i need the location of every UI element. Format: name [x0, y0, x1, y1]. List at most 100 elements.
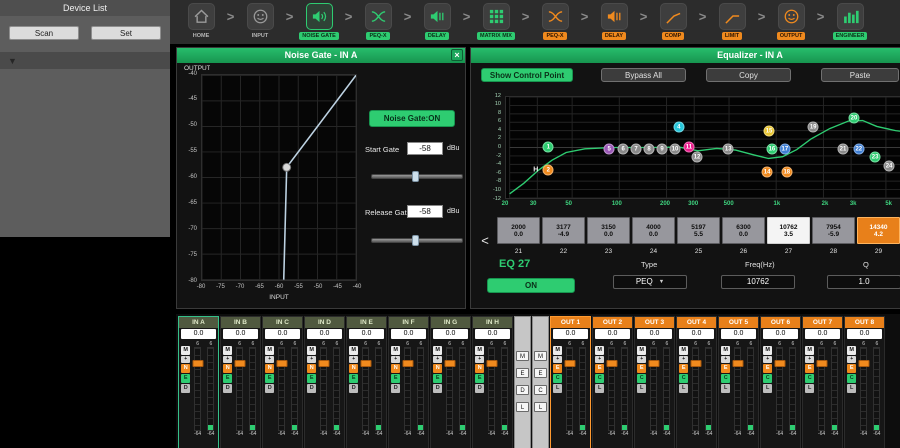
fader-handle[interactable] — [360, 360, 371, 367]
channel-fader[interactable] — [278, 347, 285, 431]
channel-button-m[interactable]: M — [553, 346, 562, 355]
channel-fader[interactable] — [818, 347, 825, 431]
channel-button-l[interactable]: L — [721, 384, 730, 393]
channel-fader[interactable] — [776, 347, 783, 431]
channel-button-c[interactable]: C — [595, 374, 604, 383]
master-button-e[interactable]: E — [516, 368, 529, 378]
fader-handle[interactable] — [732, 360, 743, 367]
channel-fader[interactable] — [194, 347, 201, 431]
slider-handle[interactable] — [412, 171, 419, 182]
channel-button-e[interactable]: E — [265, 374, 274, 383]
eq-point-1[interactable]: 1 — [543, 142, 554, 153]
toolbar-item-home[interactable]: HOME — [178, 3, 224, 40]
channel-fader[interactable] — [488, 347, 495, 431]
channel-fader[interactable] — [734, 347, 741, 431]
eq-point-5[interactable]: 5 — [604, 143, 615, 154]
fader-handle[interactable] — [774, 360, 785, 367]
channel-button-plus[interactable]: + — [763, 356, 772, 363]
release-gate-slider[interactable] — [371, 238, 463, 243]
channel-button-l[interactable]: L — [637, 384, 646, 393]
channel-button-l[interactable]: L — [553, 384, 562, 393]
fader-handle[interactable] — [606, 360, 617, 367]
channel-button-l[interactable]: L — [595, 384, 604, 393]
channel-button-m[interactable]: M — [349, 346, 358, 355]
channel-button-d[interactable]: D — [349, 384, 358, 393]
channel-button-e[interactable]: E — [433, 374, 442, 383]
channel-button-d[interactable]: D — [433, 384, 442, 393]
set-button[interactable]: Set — [91, 26, 161, 40]
channel-fader[interactable] — [404, 347, 411, 431]
channel-button-n[interactable]: N — [265, 364, 274, 373]
channel-button-e[interactable]: E — [307, 374, 316, 383]
channel-button-l[interactable]: L — [847, 384, 856, 393]
channel-button-c[interactable]: C — [679, 374, 688, 383]
channel-button-e[interactable]: E — [553, 364, 562, 373]
channel-button-n[interactable]: N — [349, 364, 358, 373]
channel-button-e[interactable]: E — [349, 374, 358, 383]
channel-fader[interactable] — [650, 347, 657, 431]
channel-gain-value[interactable]: 0.0 — [847, 329, 882, 339]
eq-on-button[interactable]: ON — [487, 278, 575, 293]
channel-button-n[interactable]: N — [181, 364, 190, 373]
channel-button-m[interactable]: M — [265, 346, 274, 355]
start-gate-value[interactable]: -58 — [407, 142, 443, 155]
channel-gain-value[interactable]: 0.0 — [595, 329, 630, 339]
fader-handle[interactable] — [318, 360, 329, 367]
channel-button-plus[interactable]: + — [553, 356, 562, 363]
toolbar-item-input[interactable]: INPUT — [237, 3, 283, 40]
channel-button-plus[interactable]: + — [391, 356, 400, 363]
channel-button-d[interactable]: D — [307, 384, 316, 393]
eq-point-9[interactable]: 9 — [657, 143, 668, 154]
channel-gain-value[interactable]: 0.0 — [475, 329, 510, 339]
release-gate-value[interactable]: -58 — [407, 205, 443, 218]
channel-button-c[interactable]: C — [763, 374, 772, 383]
channel-fader[interactable] — [236, 347, 243, 431]
eq-point-8[interactable]: 8 — [644, 143, 655, 154]
eq-point-15[interactable]: 15 — [764, 126, 775, 137]
channel-button-e[interactable]: E — [181, 374, 190, 383]
eq-band-25[interactable]: 51975.525 — [677, 217, 720, 255]
channel-button-l[interactable]: L — [679, 384, 688, 393]
master-button-l[interactable]: L — [516, 402, 529, 412]
eq-point-18[interactable]: 18 — [781, 167, 792, 178]
master-button-l[interactable]: L — [534, 402, 547, 412]
channel-button-d[interactable]: D — [223, 384, 232, 393]
toolbar-item-peq-x[interactable]: PEQ-X — [532, 3, 578, 40]
channel-button-m[interactable]: M — [679, 346, 688, 355]
channel-gain-value[interactable]: 0.0 — [805, 329, 840, 339]
channel-button-l[interactable]: L — [763, 384, 772, 393]
fader-handle[interactable] — [690, 360, 701, 367]
eq-point-h[interactable]: H — [533, 166, 538, 173]
master-button-c[interactable]: C — [534, 385, 547, 395]
channel-button-c[interactable]: C — [805, 374, 814, 383]
channel-button-m[interactable]: M — [721, 346, 730, 355]
toolbar-item-matrix-mix[interactable]: MATRIX MIX — [473, 3, 519, 40]
channel-gain-value[interactable]: 0.0 — [679, 329, 714, 339]
channel-button-m[interactable]: M — [763, 346, 772, 355]
noise-gate-on-button[interactable]: Noise Gate:ON — [369, 110, 455, 127]
fader-handle[interactable] — [816, 360, 827, 367]
master-button-m[interactable]: M — [516, 351, 529, 361]
channel-button-d[interactable]: D — [475, 384, 484, 393]
channel-fader[interactable] — [860, 347, 867, 431]
start-gate-slider[interactable] — [371, 174, 463, 179]
channel-button-m[interactable]: M — [181, 346, 190, 355]
copy-button[interactable]: Copy — [706, 68, 791, 82]
channel-button-plus[interactable]: + — [181, 356, 190, 363]
bypass-all-button[interactable]: Bypass All — [601, 68, 686, 82]
fader-handle[interactable] — [276, 360, 287, 367]
eq-point-14[interactable]: 14 — [762, 167, 773, 178]
channel-gain-value[interactable]: 0.0 — [637, 329, 672, 339]
channel-fader[interactable] — [320, 347, 327, 431]
toolbar-item-comp[interactable]: COMP — [650, 3, 696, 40]
channel-gain-value[interactable]: 0.0 — [553, 329, 588, 339]
eq-point-13[interactable]: 13 — [723, 143, 734, 154]
device-tree-row[interactable]: ▼ — [0, 52, 170, 69]
eq-point-6[interactable]: 6 — [618, 143, 629, 154]
channel-button-plus[interactable]: + — [679, 356, 688, 363]
channel-button-plus[interactable]: + — [637, 356, 646, 363]
channel-button-d[interactable]: D — [391, 384, 400, 393]
channel-button-plus[interactable]: + — [475, 356, 484, 363]
channel-button-plus[interactable]: + — [349, 356, 358, 363]
channel-button-m[interactable]: M — [223, 346, 232, 355]
